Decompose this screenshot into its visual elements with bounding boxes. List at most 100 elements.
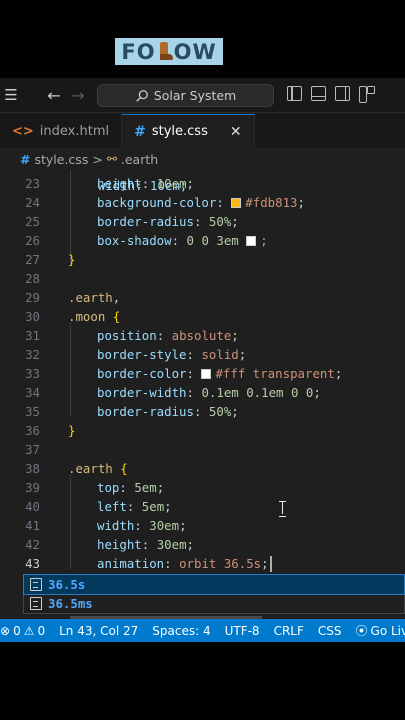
- menu-icon[interactable]: ☰: [0, 78, 22, 113]
- forward-arrow-icon[interactable]: →: [66, 86, 90, 105]
- brace: }: [68, 252, 76, 267]
- line-number: 38: [25, 461, 40, 476]
- line-number: 25: [25, 214, 40, 229]
- back-arrow-icon[interactable]: ←: [42, 86, 66, 105]
- css-property: border-radius: [97, 214, 194, 229]
- command-center-search[interactable]: Solar System: [97, 84, 274, 107]
- css-value: 5em: [134, 499, 165, 514]
- value-icon: [30, 597, 42, 610]
- selector-icon: ⚯: [106, 152, 117, 166]
- punct: :: [186, 385, 194, 400]
- language-mode[interactable]: CSS: [311, 624, 349, 638]
- punct: ;: [179, 518, 187, 533]
- line-number: 33: [25, 366, 40, 381]
- punct: ;: [297, 195, 305, 210]
- suggestion-label: 36.5ms: [48, 596, 93, 611]
- punct: ;: [186, 537, 195, 552]
- css-property: border-style: [97, 347, 187, 362]
- brace: {: [112, 461, 128, 476]
- line-number: 27: [25, 252, 40, 267]
- code-line: 36}: [0, 421, 405, 440]
- line-number: 28: [25, 271, 40, 286]
- end-of-line[interactable]: CRLF: [267, 624, 311, 638]
- css-value: 50%: [201, 404, 232, 419]
- cursor-position[interactable]: Ln 43, Col 27: [52, 624, 145, 638]
- css-value: solid: [194, 347, 239, 362]
- suggest-widget: 36.5s 36.5ms: [23, 574, 405, 614]
- encoding[interactable]: UTF-8: [218, 624, 267, 638]
- css-property: top: [97, 480, 120, 495]
- code-line: 24 background-color: #fdb813;: [0, 193, 405, 212]
- line-number: 40: [25, 499, 40, 514]
- line-number: 43: [25, 556, 40, 571]
- code-line: 32 border-style: solid;: [0, 345, 405, 364]
- punct: :: [164, 556, 172, 571]
- css-property: height: [97, 176, 142, 191]
- punct: :: [134, 518, 142, 533]
- close-icon[interactable]: ✕: [230, 124, 242, 140]
- go-live-button[interactable]: ⦿ Go Live: [349, 622, 405, 639]
- code-line: 33 border-color: #fff transparent;: [0, 364, 405, 383]
- punct: :: [186, 366, 194, 381]
- punct: :: [186, 347, 194, 362]
- color-swatch-white[interactable]: [201, 369, 212, 379]
- punct: ;: [156, 480, 165, 495]
- code-line: 35 border-radius: 50%;: [0, 402, 405, 421]
- toggle-panel-icon[interactable]: [311, 86, 326, 101]
- punct: :: [216, 195, 224, 210]
- problems-indicator[interactable]: ⊗ 0 ⚠ 0: [0, 624, 52, 638]
- color-swatch-sun[interactable]: [231, 198, 242, 208]
- css-property: left: [97, 499, 127, 514]
- css-property: background-color: [97, 195, 217, 210]
- css-property: height: [97, 537, 142, 552]
- banner-text-right: OW: [173, 39, 217, 64]
- code-line: 40 left: 5em;: [0, 497, 405, 516]
- code-line: 23 height: 10em;: [0, 174, 405, 193]
- toggle-primary-sidebar-icon[interactable]: [287, 86, 302, 101]
- tab-index-html[interactable]: <> index.html: [0, 114, 123, 148]
- css-property: width: [97, 518, 135, 533]
- line-number: 29: [25, 290, 40, 305]
- code-editor[interactable]: width: 10em; 23 height: 10em; 24 backgroun…: [0, 170, 405, 618]
- warning-icon: ⚠: [23, 623, 35, 638]
- value-icon: [30, 578, 42, 591]
- customize-layout-icon[interactable]: [359, 86, 375, 103]
- toggle-secondary-sidebar-icon[interactable]: [335, 86, 350, 101]
- mouse-ibeam-cursor: [279, 501, 286, 517]
- indentation[interactable]: Spaces: 4: [145, 624, 217, 638]
- suggestion-item[interactable]: 36.5s: [23, 574, 405, 595]
- color-swatch-white[interactable]: [246, 236, 257, 246]
- css-file-icon: #: [20, 151, 31, 167]
- tab-style-css[interactable]: # style.css ✕: [122, 114, 255, 148]
- css-property: border-width: [97, 385, 187, 400]
- breadcrumb-selector[interactable]: .earth: [121, 152, 158, 167]
- follow-banner: FO OW: [115, 38, 223, 65]
- css-value: ;: [260, 233, 268, 248]
- broadcast-icon: ⦿: [355, 624, 368, 638]
- code-line: 28: [0, 269, 405, 288]
- code-line: 38 .earth {: [0, 459, 405, 478]
- suggestion-item[interactable]: 36.5ms: [24, 594, 404, 613]
- css-selector: .earth: [68, 290, 113, 305]
- css-selector: .earth: [68, 461, 113, 476]
- breadcrumb-file[interactable]: style.css: [34, 152, 88, 167]
- punct: :: [119, 480, 127, 495]
- css-value: orbit 36.5s: [171, 556, 262, 571]
- search-text: Solar System: [153, 88, 237, 103]
- text-caret: [270, 556, 272, 572]
- html-file-icon: <>: [12, 123, 34, 139]
- code-line-current: 43 animation: orbit 36.5s;: [0, 554, 405, 573]
- line-number: 31: [25, 328, 40, 343]
- line-number: 26: [25, 233, 40, 248]
- css-property: border-color: [97, 366, 187, 381]
- css-value: 10em: [149, 176, 187, 191]
- css-value: 30em: [141, 518, 180, 533]
- editor-tabs: <> index.html # style.css ✕: [0, 114, 405, 148]
- line-number: 30: [25, 309, 40, 324]
- punct: ;: [261, 556, 269, 571]
- suggestion-label: 36.5s: [48, 577, 86, 592]
- css-value: #fff transparent: [215, 366, 335, 381]
- punct: ;: [313, 385, 321, 400]
- code-line: 34 border-width: 0.1em 0.1em 0 0;: [0, 383, 405, 402]
- code-line: 26 box-shadow: 0 0 3em ;: [0, 231, 405, 250]
